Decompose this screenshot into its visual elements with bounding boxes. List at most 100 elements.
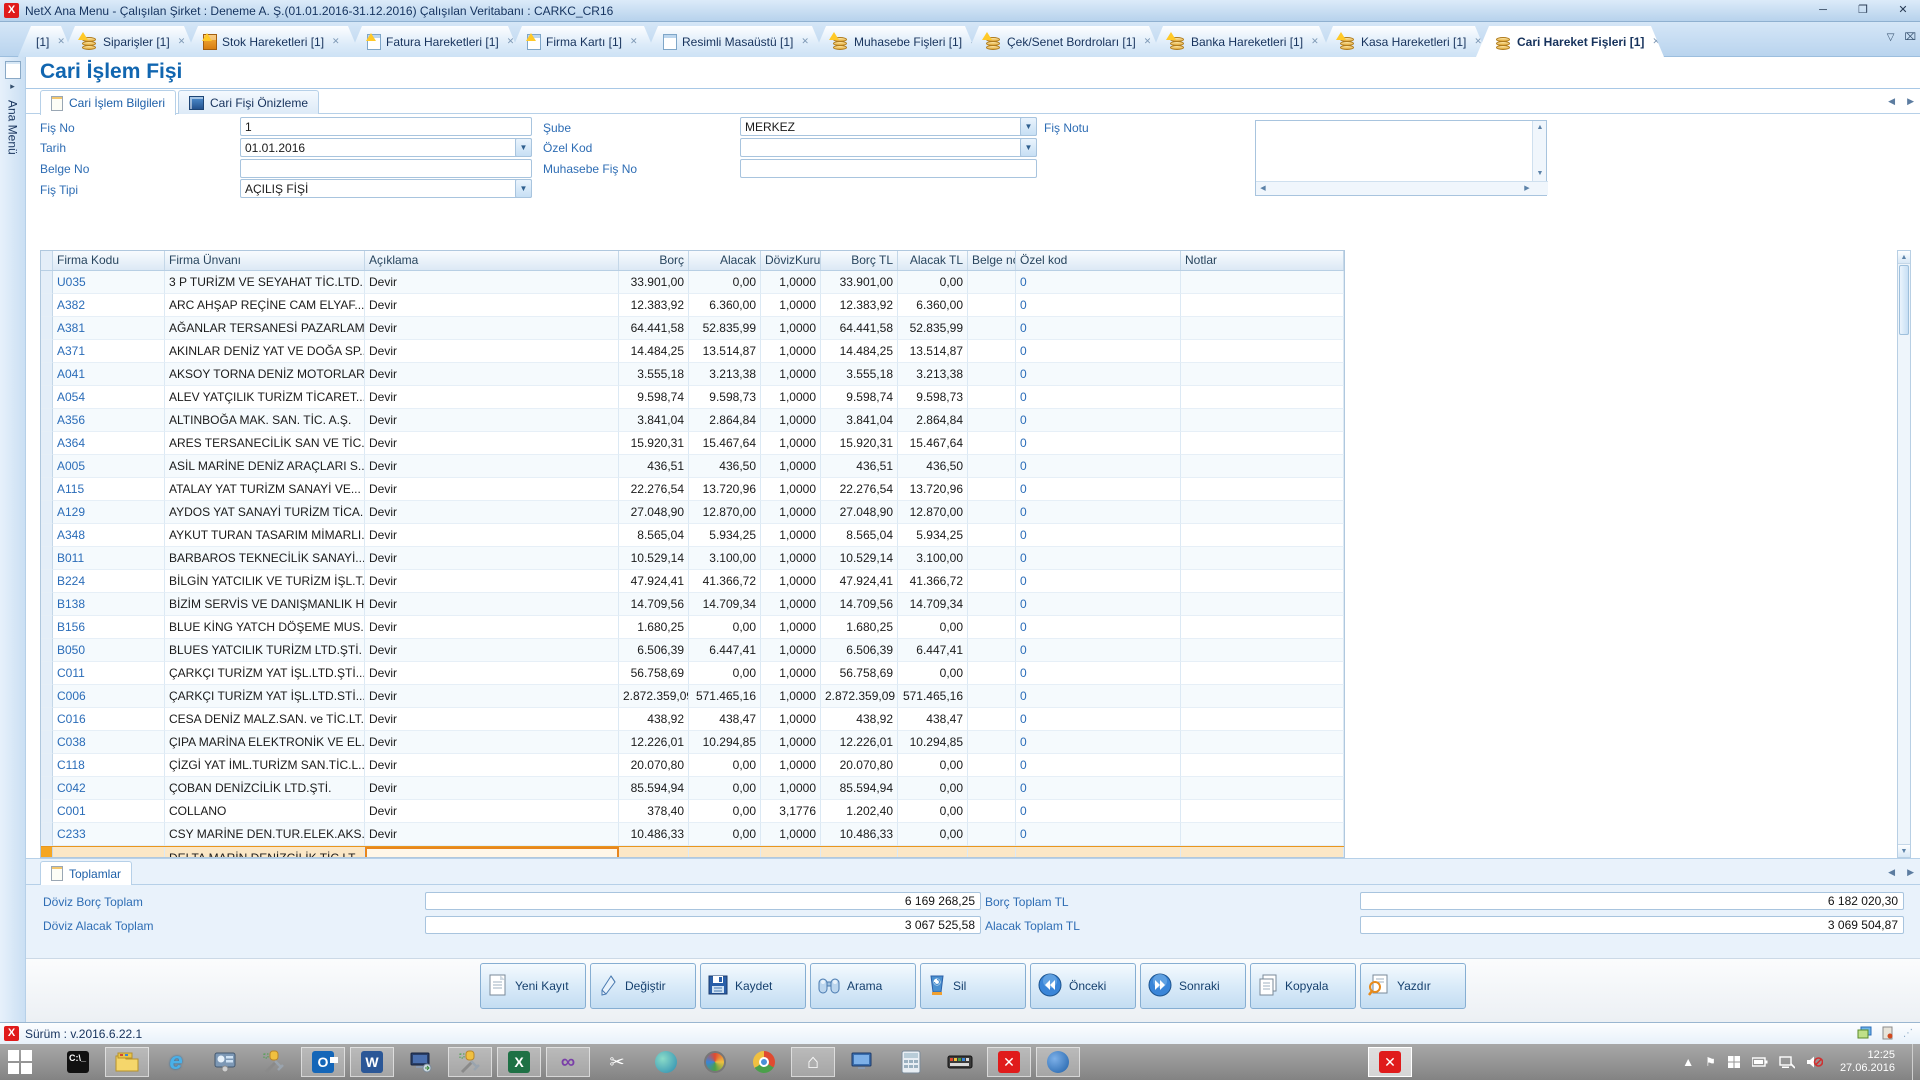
tab-close-icon[interactable]: ✕ <box>630 36 638 47</box>
cell--zel-kod[interactable]: 0 <box>1016 455 1181 478</box>
fis-notu-textarea[interactable]: ▲ ▼ ◀ ▶ <box>1255 120 1547 196</box>
cell-d-vizkuru[interactable]: 1,0000 <box>761 708 821 731</box>
cell-a-klama[interactable]: Devir <box>365 777 619 800</box>
cell-bor-tl[interactable]: 3.555,18 <box>821 363 898 386</box>
cell-firma-kodu[interactable]: C118 <box>53 754 165 777</box>
cell-alacak-tl[interactable]: 15.467,64 <box>898 432 968 455</box>
sonraki-button[interactable]: Sonraki <box>1140 963 1246 1009</box>
column-header-bor-[interactable]: Borç <box>619 251 689 270</box>
cell-firma-nvan-[interactable]: BLUES YATCILIK TURİZM LTD.ŞTİ. <box>165 639 365 662</box>
cell-notlar[interactable] <box>1181 616 1344 639</box>
cell-firma-kodu[interactable]: B224 <box>53 570 165 593</box>
cell-belge-no[interactable] <box>968 593 1016 616</box>
sube-input[interactable] <box>740 117 1037 136</box>
cell-a-klama[interactable]: Devir <box>365 708 619 731</box>
taskbar-item-snipping-tool[interactable]: ✂ <box>595 1047 639 1077</box>
cell-bor-[interactable] <box>619 847 689 858</box>
column-header-belge-no[interactable]: Belge no <box>968 251 1016 270</box>
cell-bor-[interactable]: 14.709,56 <box>619 593 689 616</box>
cell-firma-nvan-[interactable]: ÇİZGİ YAT İML.TURİZM SAN.TİC.L... <box>165 754 365 777</box>
tab-cari-fisi-onizleme[interactable]: Cari Fişi Önizleme <box>178 90 319 114</box>
cell--zel-kod[interactable]: 0 <box>1016 823 1181 846</box>
cell-belge-no[interactable] <box>968 501 1016 524</box>
taskbar-item-excel[interactable]: X <box>497 1047 541 1077</box>
cell-firma-nvan-[interactable]: ÇOBAN DENİZCİLİK LTD.ŞTİ. <box>165 777 365 800</box>
cell-bor-tl[interactable]: 14.484,25 <box>821 340 898 363</box>
cell-d-vizkuru[interactable]: 1,0000 <box>761 409 821 432</box>
cell-bor-[interactable]: 9.598,74 <box>619 386 689 409</box>
clock[interactable]: 12:25 27.06.2016 <box>1840 1049 1895 1075</box>
cell-bor-[interactable]: 85.594,94 <box>619 777 689 800</box>
table-row[interactable]: B050BLUES YATCILIK TURİZM LTD.ŞTİ.Devir6… <box>41 639 1344 662</box>
cell-notlar[interactable] <box>1181 593 1344 616</box>
cell-bor-tl[interactable]: 56.758,69 <box>821 662 898 685</box>
taskbar-item-monitor[interactable] <box>840 1047 884 1077</box>
cell-notlar[interactable] <box>1181 823 1344 846</box>
scroll-up-icon[interactable]: ▲ <box>1533 121 1547 135</box>
cell-bor-tl[interactable]: 8.565,04 <box>821 524 898 547</box>
cell-a-klama[interactable]: Devir <box>365 754 619 777</box>
cell-firma-nvan-[interactable]: 3 P TURİZM VE SEYAHAT TİC.LTD... <box>165 271 365 294</box>
cell-alacak[interactable]: 15.467,64 <box>689 432 761 455</box>
tab-firma-kart-1-[interactable]: Firma Kartı [1]✕ <box>509 26 657 57</box>
cell-alacak-tl[interactable]: 3.100,00 <box>898 547 968 570</box>
önceki-button[interactable]: Önceki <box>1030 963 1136 1009</box>
cell-d-vizkuru[interactable]: 1,0000 <box>761 317 821 340</box>
cell-alacak-tl[interactable]: 52.835,99 <box>898 317 968 340</box>
cell-d-vizkuru[interactable]: 1,0000 <box>761 432 821 455</box>
cell-alacak[interactable]: 13.514,87 <box>689 340 761 363</box>
cell-belge-no[interactable] <box>968 570 1016 593</box>
cell-a-klama[interactable]: Devir <box>365 455 619 478</box>
cell-notlar[interactable] <box>1181 432 1344 455</box>
cell-bor-[interactable]: 378,40 <box>619 800 689 823</box>
cell-d-vizkuru[interactable]: 1,0000 <box>761 685 821 708</box>
fis-notu-vscrollbar[interactable]: ▲ ▼ <box>1532 121 1546 181</box>
tray-expand-icon[interactable]: ▲ <box>1682 1055 1694 1069</box>
taskbar-item-internet-explorer[interactable]: e <box>154 1047 198 1077</box>
cell--zel-kod[interactable]: 0 <box>1016 731 1181 754</box>
tab-close-icon[interactable]: ✕ <box>1144 36 1152 47</box>
cell--zel-kod[interactable]: 0 <box>1016 708 1181 731</box>
cell-bor-tl[interactable]: 1.680,25 <box>821 616 898 639</box>
arama-button[interactable]: Arama <box>810 963 916 1009</box>
cell--zel-kod[interactable]: 0 <box>1016 271 1181 294</box>
cell-firma-kodu[interactable]: A348 <box>53 524 165 547</box>
tab-resimli-masa-st-1-[interactable]: Resimli Masaüstü [1]✕ <box>645 26 825 57</box>
table-row[interactable]: U0353 P TURİZM VE SEYAHAT TİC.LTD...Devi… <box>41 271 1344 294</box>
table-row[interactable]: C006ÇARKÇI TURİZM YAT İŞL.LTD.STİ...Devi… <box>41 685 1344 708</box>
cell-alacak-tl[interactable]: 14.709,34 <box>898 593 968 616</box>
cell-firma-nvan-[interactable]: BARBAROS TEKNECİLİK SANAYİ... <box>165 547 365 570</box>
cell-a-klama[interactable]: Devir <box>365 478 619 501</box>
cell-belge-no[interactable] <box>968 685 1016 708</box>
cell-notlar[interactable] <box>1181 386 1344 409</box>
cell-alacak-tl[interactable]: 41.366,72 <box>898 570 968 593</box>
cell-d-vizkuru[interactable]: 1,0000 <box>761 455 821 478</box>
cell-belge-no[interactable] <box>968 823 1016 846</box>
cell-firma-nvan-[interactable]: CSY MARİNE DEN.TUR.ELEK.AKS... <box>165 823 365 846</box>
cell-d-vizkuru[interactable]: 1,0000 <box>761 731 821 754</box>
table-row[interactable]: B011BARBAROS TEKNECİLİK SANAYİ...Devir10… <box>41 547 1344 570</box>
cell-alacak-tl[interactable]: 0,00 <box>898 777 968 800</box>
cell-firma-kodu[interactable]: A371 <box>53 340 165 363</box>
cell-alacak-tl[interactable]: 13.720,96 <box>898 478 968 501</box>
cell-firma-nvan-[interactable]: ASİL MARİNE DENİZ ARAÇLARI S... <box>165 455 365 478</box>
cell-notlar[interactable] <box>1181 662 1344 685</box>
cell-bor-tl[interactable] <box>821 847 898 858</box>
taskbar-item-display-settings[interactable] <box>203 1047 247 1077</box>
cell-a-klama[interactable] <box>365 847 619 858</box>
cell-firma-nvan-[interactable]: ALTINBOĞA MAK. SAN. TİC. A.Ş. <box>165 409 365 432</box>
cell-alacak[interactable] <box>689 847 761 858</box>
cell-a-klama[interactable]: Devir <box>365 547 619 570</box>
table-row[interactable]: C016CESA DENİZ MALZ.SAN. ve TİC.LT...Dev… <box>41 708 1344 731</box>
cari-hareket-grid[interactable]: Firma KoduFirma ÜnvanıAçıklamaBorçAlacak… <box>40 250 1345 858</box>
cell-notlar[interactable] <box>1181 847 1344 858</box>
cell-notlar[interactable] <box>1181 455 1344 478</box>
ozel-kod-dropdown-icon[interactable]: ▼ <box>1020 138 1037 157</box>
table-row[interactable]: A371AKINLAR DENİZ YAT VE DOĞA SP...Devir… <box>41 340 1344 363</box>
fis-tipi-input[interactable] <box>240 179 532 198</box>
cell-a-klama[interactable]: Devir <box>365 501 619 524</box>
cell-a-klama[interactable]: Devir <box>365 639 619 662</box>
cell-belge-no[interactable] <box>968 317 1016 340</box>
cell-firma-kodu[interactable]: A129 <box>53 501 165 524</box>
cell-firma-kodu[interactable]: C042 <box>53 777 165 800</box>
